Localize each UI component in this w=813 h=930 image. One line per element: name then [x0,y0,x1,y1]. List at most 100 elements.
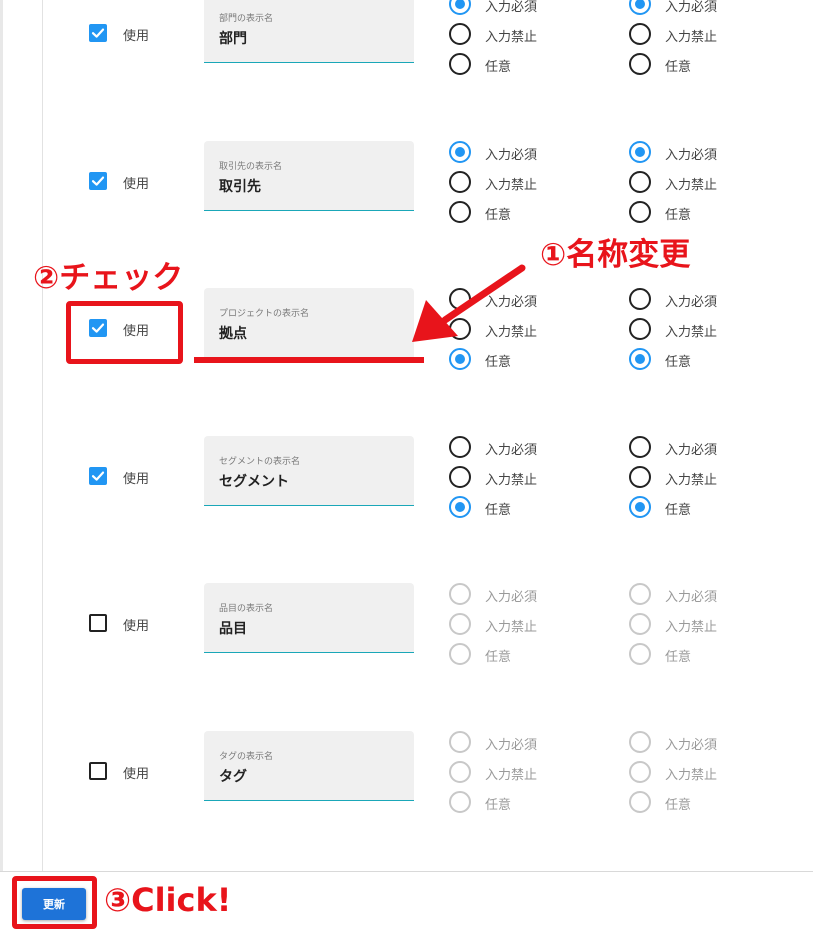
radio-option[interactable]: 入力必須 [449,583,619,607]
radio-option-label: 入力必須 [665,295,718,310]
radio-circle-icon [629,201,651,223]
radio-option-label: 入力必須 [485,0,538,15]
radio-circle-icon [449,0,471,15]
radio-option-label: 入力必須 [485,738,538,753]
display-name-field[interactable]: セグメントの表示名 [204,436,414,506]
display-name-field[interactable]: プロジェクトの表示名 [204,288,414,358]
radio-option[interactable]: 入力禁止 [449,171,619,195]
radio-option-label: 任意 [665,798,692,813]
display-name-field[interactable]: 取引先の表示名 [204,141,414,211]
radio-option-label: 入力必須 [665,0,718,15]
radio-circle-icon [629,761,651,783]
radio-option-label: 入力禁止 [485,768,538,783]
radio-option[interactable]: 入力禁止 [629,466,799,490]
radio-option[interactable]: 入力必須 [629,731,799,755]
radio-option-label: 任意 [485,503,512,518]
radio-circle-icon [449,496,471,518]
radio-group-group1: 入力必須入力禁止任意 [449,731,619,821]
display-name-field[interactable]: 品目の表示名 [204,583,414,653]
display-name-field-label: タグの表示名 [219,752,274,762]
use-checkbox[interactable] [89,172,107,190]
radio-option[interactable]: 入力必須 [449,436,619,460]
radio-circle-icon [449,761,471,783]
use-checkbox[interactable] [89,24,107,42]
radio-option[interactable]: 入力禁止 [629,318,799,342]
radio-option[interactable]: 任意 [449,496,619,520]
radio-circle-icon [629,613,651,635]
radio-option[interactable]: 任意 [449,643,619,667]
radio-circle-icon [449,53,471,75]
radio-option-label: 入力必須 [665,590,718,605]
radio-option[interactable]: 任意 [629,791,799,815]
radio-option[interactable]: 入力必須 [629,0,799,17]
radio-option[interactable]: 任意 [629,201,799,225]
radio-circle-icon [449,583,471,605]
radio-option[interactable]: 任意 [449,791,619,815]
radio-option[interactable]: 入力禁止 [449,466,619,490]
use-checkbox[interactable] [89,762,107,780]
radio-option[interactable]: 入力禁止 [629,171,799,195]
display-name-field-label: セグメントの表示名 [219,457,301,467]
radio-option-label: 任意 [485,208,512,223]
radio-option[interactable]: 入力禁止 [449,613,619,637]
radio-circle-icon [629,23,651,45]
radio-option[interactable]: 入力必須 [449,141,619,165]
radio-circle-icon [449,348,471,370]
display-name-input[interactable] [219,620,404,636]
radio-circle-icon [449,318,471,340]
radio-circle-icon [629,171,651,193]
display-name-input[interactable] [219,178,404,194]
radio-group-group1: 入力必須入力禁止任意 [449,436,619,526]
radio-option[interactable]: 入力禁止 [449,318,619,342]
display-name-input[interactable] [219,30,404,46]
radio-circle-icon [449,466,471,488]
radio-option[interactable]: 入力必須 [449,0,619,17]
radio-circle-icon [449,171,471,193]
radio-option[interactable]: 任意 [449,53,619,77]
radio-option-label: 入力禁止 [665,325,718,340]
radio-option[interactable]: 入力必須 [629,436,799,460]
radio-option[interactable]: 入力禁止 [629,761,799,785]
radio-option[interactable]: 入力必須 [449,731,619,755]
radio-option[interactable]: 入力禁止 [449,23,619,47]
use-checkbox-label: 使用 [123,767,150,782]
radio-option-label: 任意 [485,798,512,813]
radio-circle-icon [449,791,471,813]
radio-option[interactable]: 入力必須 [629,583,799,607]
radio-option[interactable]: 任意 [449,201,619,225]
radio-option[interactable]: 任意 [449,348,619,372]
radio-option-label: 入力禁止 [665,178,718,193]
display-name-input[interactable] [219,325,404,341]
radio-option[interactable]: 入力禁止 [449,761,619,785]
annotation-box-checkbox [66,301,183,364]
display-name-input[interactable] [219,768,404,784]
radio-group-group2: 入力必須入力禁止任意 [629,583,799,673]
use-checkbox-label: 使用 [123,472,150,487]
radio-option[interactable]: 入力必須 [629,141,799,165]
settings-row: 使用タグの表示名入力必須入力禁止任意入力必須入力禁止任意 [0,713,813,833]
radio-option[interactable]: 任意 [629,348,799,372]
annotation-underline [194,357,424,363]
radio-option-label: 任意 [665,208,692,223]
radio-option-label: 入力必須 [485,443,538,458]
display-name-field-label: プロジェクトの表示名 [219,309,310,319]
radio-option[interactable]: 任意 [629,496,799,520]
radio-option[interactable]: 任意 [629,53,799,77]
radio-option[interactable]: 入力必須 [629,288,799,312]
radio-circle-icon [449,436,471,458]
settings-row: 使用セグメントの表示名入力必須入力禁止任意入力必須入力禁止任意 [0,418,813,538]
radio-option-label: 入力必須 [485,148,538,163]
radio-option-label: 任意 [485,355,512,370]
use-checkbox[interactable] [89,614,107,632]
radio-circle-icon [449,201,471,223]
use-checkbox-label: 使用 [123,29,150,44]
radio-option[interactable]: 入力禁止 [629,23,799,47]
radio-option[interactable]: 入力必須 [449,288,619,312]
display-name-field[interactable]: 部門の表示名 [204,0,414,63]
radio-option[interactable]: 入力禁止 [629,613,799,637]
radio-circle-icon [629,643,651,665]
radio-option[interactable]: 任意 [629,643,799,667]
display-name-input[interactable] [219,473,404,489]
use-checkbox[interactable] [89,467,107,485]
display-name-field[interactable]: タグの表示名 [204,731,414,801]
